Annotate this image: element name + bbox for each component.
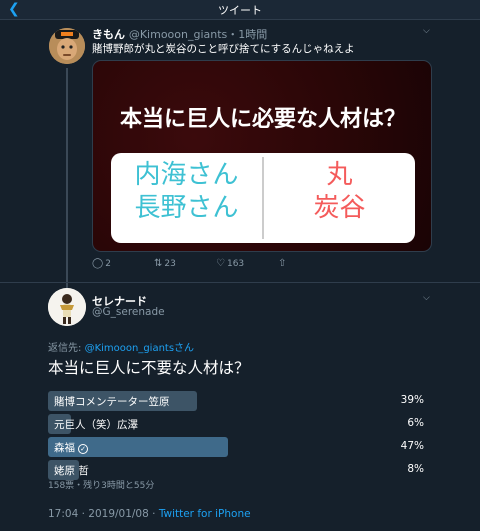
share-icon: ⇧ [278,258,287,269]
author-name[interactable]: きもん @Kimooon_giants・1時間 [92,26,267,42]
image-left-line2: 長野さん [134,193,239,223]
reply-prefix: 返信先: [48,343,85,354]
like-count: 163 [226,259,245,269]
retweet-count: 23 [164,259,176,269]
poll-option-text: 元巨人（笑）広澤 [54,419,138,431]
tweet-divider [0,282,480,283]
author-handle[interactable]: @G_serenade [92,306,165,318]
poll-option-text: 姥原 哲 [54,465,89,477]
image-title: 本当に巨人に必要な人材は？ [119,107,406,132]
poll-option-percent: 47% [400,440,424,452]
poll-option-label: 元巨人（笑）広澤 [54,417,138,432]
poll-option-label: 森福 ✓ [54,440,88,455]
image-right-choice: 丸 炭谷 [264,159,415,225]
chevron-down-icon[interactable]: ⌵ [423,26,430,36]
tweet-time: ・1時間 [227,28,268,41]
tweet-actions: ◯ 2 ⇅ 23 ♡ 163 ⇧ [92,258,312,272]
image-left-line1: 内海さん [134,160,239,190]
tweet-text: 本当に巨人に不要な人材は？ [48,359,250,377]
timestamp-text: 17:04 · 2019/01/08 · [48,508,159,520]
poll-option-text: 森福 [54,442,75,454]
poll-option-percent: 6% [407,417,424,429]
poll-option-label: 姥原 哲 [54,463,89,478]
retweet-button[interactable]: ⇅ 23 [154,258,176,269]
image-choice-box: 内海さん 長野さん 丸 炭谷 [111,153,415,243]
reply-icon: ◯ [92,258,104,269]
tweet-timestamp: 17:04 · 2019/01/08 · Twitter for iPhone [48,508,251,520]
image-right-line2: 炭谷 [313,193,366,223]
image-left-choice: 内海さん 長野さん [111,159,262,225]
image-right-line1: 丸 [326,160,353,190]
source-link[interactable]: Twitter for iPhone [159,508,251,520]
thread-line [66,68,68,302]
poll-option-label: 賭博コメンテーター笠原 [54,394,170,409]
reply-button[interactable]: ◯ 2 [92,258,111,269]
reply-count: 2 [105,259,111,269]
check-circle-icon: ✓ [78,444,88,454]
poll-meta: 158票・残り3時間と55分 [48,481,155,491]
avatar[interactable] [49,28,85,64]
author-handle[interactable]: @Kimooon_giants [129,28,227,41]
tweet-text: 賭博野郎が丸と炭谷のこと呼び捨てにするんじゃねえよ [92,43,355,55]
poll: 賭博コメンテーター笠原 39% 元巨人（笑）広澤 6% 森福 ✓ 47% 姥原 哲 8% [48,391,432,483]
page-title: ツイート [218,4,262,17]
poll-option: 賭博コメンテーター笠原 39% [48,391,432,411]
reply-context: 返信先: @Kimooon_giantsさん [48,339,194,354]
poll-option-percent: 39% [400,394,424,406]
display-name[interactable]: きもん [92,28,125,41]
top-bar: ❮ ツイート [0,0,480,20]
like-button[interactable]: ♡ 163 [216,258,244,269]
chevron-down-icon[interactable]: ⌵ [423,293,430,303]
retweet-icon: ⇅ [154,258,163,269]
share-button[interactable]: ⇧ [278,258,288,269]
tweet-image[interactable]: 本当に巨人に必要な人材は？ 内海さん 長野さん 丸 炭谷 [92,60,432,252]
poll-option: 森福 ✓ 47% [48,437,432,457]
avatar[interactable] [48,288,86,326]
poll-option: 元巨人（笑）広澤 6% [48,414,432,434]
poll-option-percent: 8% [407,463,424,475]
poll-option: 姥原 哲 8% [48,460,432,480]
heart-icon: ♡ [216,258,225,269]
poll-option-text: 賭博コメンテーター笠原 [54,396,170,408]
reply-mention-link[interactable]: @Kimooon_giantsさん [85,343,195,354]
